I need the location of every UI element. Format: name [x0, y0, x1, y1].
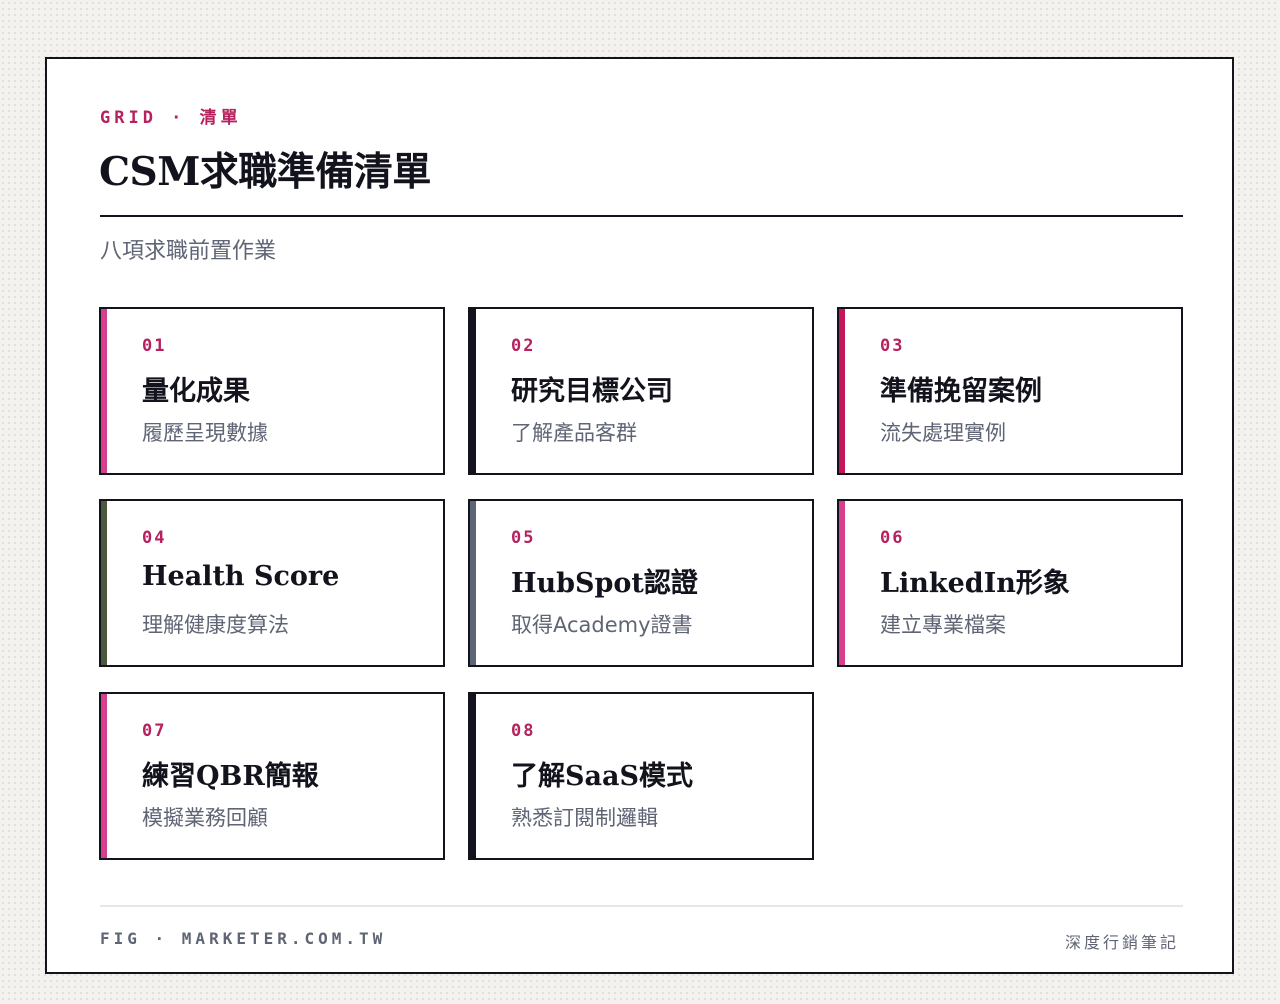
card-number: 03: [880, 336, 905, 356]
card-accent-bar: [101, 309, 107, 473]
card-accent-bar: [839, 309, 845, 473]
card-accent-bar: [101, 694, 107, 858]
page-title: CSM求職準備清單: [99, 149, 431, 195]
card-description: 取得Academy證書: [511, 613, 693, 637]
checklist-card-05: 05 HubSpot認證 取得Academy證書: [468, 499, 814, 667]
figure-frame: GRID · 清單 CSM求職準備清單 八項求職前置作業 01 量化成果 履歷呈…: [45, 57, 1234, 974]
card-number: 02: [511, 336, 536, 356]
card-title: HubSpot認證: [511, 568, 698, 599]
card-description: 熟悉訂閱制邏輯: [511, 806, 658, 830]
card-title: 研究目標公司: [511, 376, 673, 407]
title-divider: [100, 215, 1183, 217]
card-number: 01: [142, 336, 167, 356]
card-title: 準備挽留案例: [880, 376, 1042, 407]
card-number: 07: [142, 721, 167, 741]
card-description: 履歷呈現數據: [142, 421, 268, 445]
checklist-card-01: 01 量化成果 履歷呈現數據: [99, 307, 445, 475]
checklist-card-02: 02 研究目標公司 了解產品客群: [468, 307, 814, 475]
card-description: 理解健康度算法: [142, 613, 289, 637]
checklist-card-03: 03 準備挽留案例 流失處理實例: [837, 307, 1183, 475]
card-title: 量化成果: [142, 376, 250, 407]
page-subtitle: 八項求職前置作業: [100, 239, 277, 264]
card-description: 建立專業檔案: [880, 613, 1006, 637]
card-accent-bar: [470, 309, 476, 473]
card-number: 04: [142, 528, 167, 548]
card-title: LinkedIn形象: [880, 568, 1070, 599]
checklist-card-04: 04 Health Score 理解健康度算法: [99, 499, 445, 667]
card-title: 練習QBR簡報: [142, 761, 319, 792]
footer-divider: [100, 905, 1183, 907]
checklist-card-06: 06 LinkedIn形象 建立專業檔案: [837, 499, 1183, 667]
card-number: 05: [511, 528, 536, 548]
card-description: 流失處理實例: [880, 421, 1006, 445]
card-description: 模擬業務回顧: [142, 806, 268, 830]
card-number: 08: [511, 721, 536, 741]
checklist-card-07: 07 練習QBR簡報 模擬業務回顧: [99, 692, 445, 860]
card-title: Health Score: [142, 561, 340, 592]
card-title: 了解SaaS模式: [511, 761, 693, 792]
footer-brand: 深度行銷筆記: [1064, 933, 1179, 952]
card-description: 了解產品客群: [511, 421, 637, 445]
card-accent-bar: [470, 501, 476, 665]
card-accent-bar: [470, 694, 476, 858]
card-number: 06: [880, 528, 905, 548]
footer-source: FIG · MARKETER.COM.TW: [100, 929, 387, 948]
eyebrow-label: GRID · 清單: [100, 108, 242, 128]
checklist-card-08: 08 了解SaaS模式 熟悉訂閱制邏輯: [468, 692, 814, 860]
card-accent-bar: [101, 501, 107, 665]
card-accent-bar: [839, 501, 845, 665]
